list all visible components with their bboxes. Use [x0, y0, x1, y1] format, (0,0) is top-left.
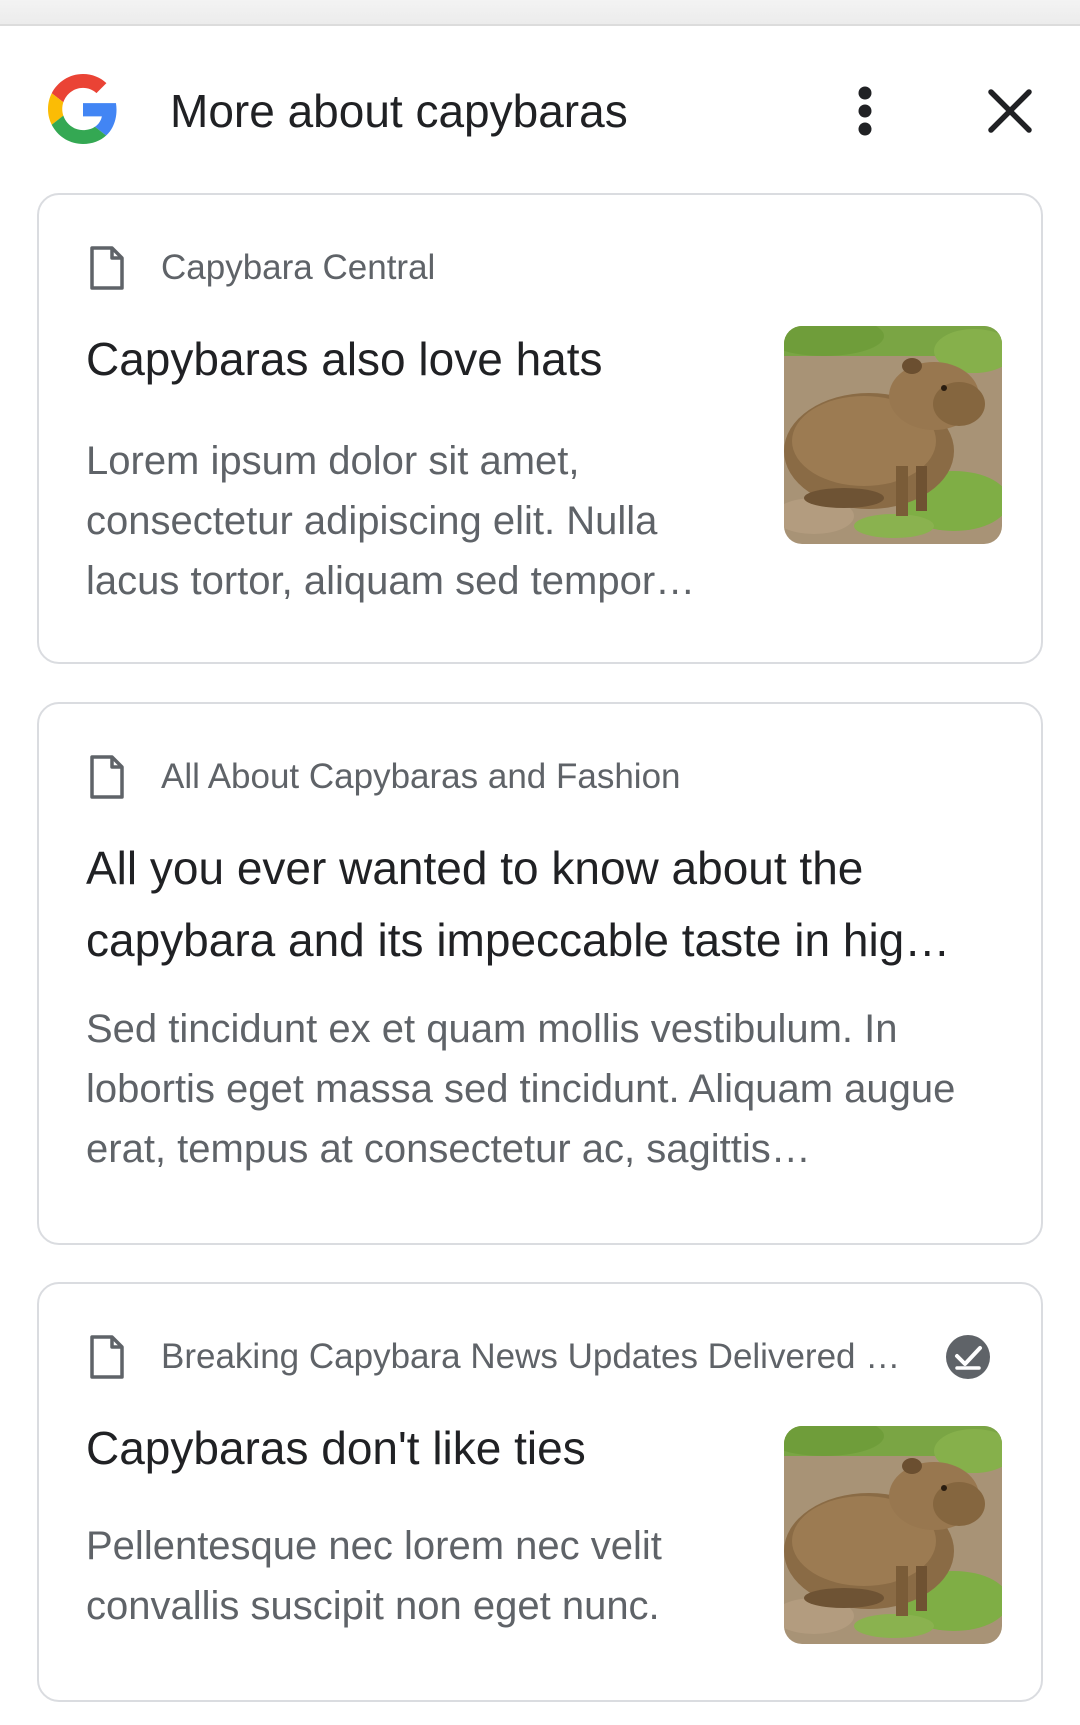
card-source-name: Breaking Capybara News Updates Delivered…: [161, 1337, 921, 1376]
article-card[interactable]: Breaking Capybara News Updates Delivered…: [37, 1282, 1043, 1702]
card-title: Capybaras don't like ties: [86, 1422, 586, 1474]
article-card[interactable]: Capybara Central Capybaras also love hat…: [37, 193, 1043, 664]
card-snippet: Pellentesque nec lorem nec velit convall…: [86, 1524, 662, 1628]
more-about-sheet: More about capybaras Capybara Central Ca…: [0, 0, 1080, 1725]
card-source-name: All About Capybaras and Fashion: [161, 757, 681, 796]
sheet-title: More about capybaras: [170, 85, 628, 137]
card-title: Capybaras also love hats: [86, 333, 603, 385]
close-button[interactable]: [975, 76, 1045, 146]
verified-check-icon: [946, 1335, 990, 1379]
card-source-name: Capybara Central: [161, 248, 436, 287]
article-card[interactable]: All About Capybaras and Fashion All you …: [37, 702, 1043, 1245]
more-vert-icon: [858, 86, 872, 136]
document-icon: [90, 755, 124, 799]
card-source-row: Breaking Capybara News Updates Delivered…: [89, 1332, 921, 1382]
sheet-handle-shadow: [0, 0, 1080, 26]
document-icon: [90, 246, 124, 290]
capybara-thumbnail: [784, 1426, 1002, 1644]
card-title: All you ever wanted to know about the ca…: [86, 842, 951, 966]
close-icon: [988, 89, 1032, 133]
card-snippet: Sed tincidunt ex et quam mollis vestibul…: [86, 1007, 956, 1171]
capybara-thumbnail: [784, 326, 1002, 544]
sheet-header: More about capybaras: [0, 24, 1080, 194]
card-snippet: Lorem ipsum dolor sit amet, consectetur …: [86, 439, 696, 603]
card-source-row: Capybara Central: [89, 243, 435, 293]
google-g-icon: [48, 74, 118, 144]
more-options-button[interactable]: [830, 76, 900, 146]
document-icon: [90, 1335, 124, 1379]
card-source-row: All About Capybaras and Fashion: [89, 752, 681, 802]
